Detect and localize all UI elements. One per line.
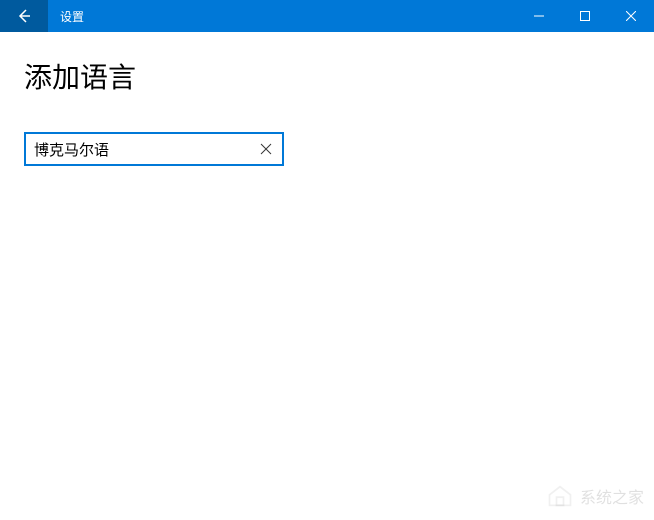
titlebar: 设置 bbox=[0, 0, 654, 32]
language-search-box bbox=[24, 132, 284, 166]
clear-search-button[interactable] bbox=[252, 135, 280, 163]
watermark-logo-icon bbox=[546, 482, 574, 510]
watermark: 系统之家 bbox=[546, 482, 644, 510]
close-button[interactable] bbox=[608, 0, 654, 32]
close-icon bbox=[626, 11, 636, 21]
back-button[interactable] bbox=[0, 0, 48, 32]
page-title: 添加语言 bbox=[24, 56, 630, 96]
watermark-text: 系统之家 bbox=[580, 484, 644, 508]
back-arrow-icon bbox=[16, 8, 32, 24]
window-controls bbox=[516, 0, 654, 32]
content-area: 添加语言 bbox=[0, 32, 654, 190]
window-title: 设置 bbox=[48, 0, 516, 32]
maximize-icon bbox=[580, 11, 590, 21]
minimize-button[interactable] bbox=[516, 0, 562, 32]
minimize-icon bbox=[534, 11, 544, 21]
language-search-input[interactable] bbox=[34, 141, 252, 158]
maximize-button[interactable] bbox=[562, 0, 608, 32]
clear-icon bbox=[260, 143, 272, 155]
